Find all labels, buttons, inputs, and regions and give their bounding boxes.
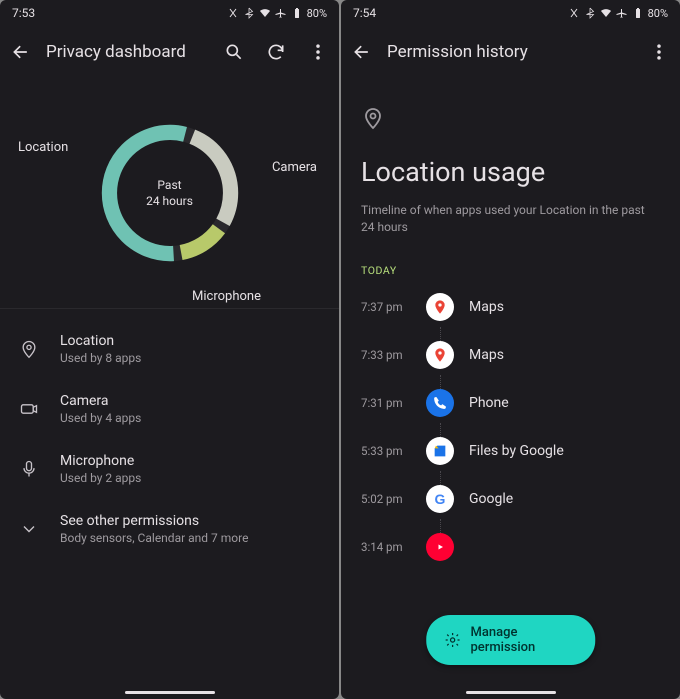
bluetooth-off-icon — [584, 7, 596, 19]
refresh-button[interactable] — [265, 41, 287, 63]
app-bar: Permission history — [341, 26, 680, 78]
phone-permission-history: 7:54 80% Permission history Location usa… — [341, 0, 680, 699]
status-bar: 7:53 80% — [0, 0, 339, 26]
nfc-icon — [227, 7, 239, 19]
timeline-row[interactable]: 3:14 pm — [361, 523, 660, 571]
back-button[interactable] — [351, 41, 373, 63]
timeline-time: 3:14 pm — [361, 540, 411, 554]
timeline-app-name: Phone — [469, 395, 509, 411]
status-bar: 7:54 80% — [341, 0, 680, 26]
donut-label-camera: Camera — [272, 160, 317, 175]
status-icons: 80% — [568, 7, 668, 20]
timeline-time: 7:31 pm — [361, 396, 411, 410]
page-title: Privacy dashboard — [46, 42, 209, 62]
phone-privacy-dashboard: 7:53 80% Privacy dashboard — [0, 0, 339, 699]
bluetooth-off-icon — [243, 7, 255, 19]
donut-label-microphone: Microphone — [192, 289, 261, 304]
battery-icon — [291, 7, 303, 19]
timeline-row[interactable]: 7:33 pm Maps — [361, 331, 660, 379]
permission-sub: Used by 8 apps — [60, 351, 141, 365]
timeline-app-name: Google — [469, 491, 513, 507]
status-icons: 80% — [227, 7, 327, 20]
today-label: TODAY — [341, 246, 680, 283]
chevron-down-icon — [18, 519, 40, 539]
manage-permission-button[interactable]: Manage permission — [426, 615, 596, 665]
status-time: 7:54 — [353, 6, 376, 20]
timeline-row[interactable]: 5:33 pm Files by Google — [361, 427, 660, 475]
usage-donut: Past 24 hours Location Camera Microphone — [0, 88, 339, 298]
permission-row-location[interactable]: Location Used by 8 apps — [18, 319, 321, 379]
overflow-menu-button[interactable] — [648, 41, 670, 63]
fab-label: Manage permission — [470, 625, 577, 655]
timeline-row[interactable]: 7:37 pm Maps — [361, 283, 660, 331]
permission-title: Location — [60, 333, 141, 349]
location-icon — [18, 339, 40, 359]
permission-row-microphone[interactable]: Microphone Used by 2 apps — [18, 439, 321, 499]
donut-label-location: Location — [18, 140, 68, 155]
timeline-app-name: Maps — [469, 299, 504, 315]
wifi-icon — [600, 7, 612, 19]
battery-icon — [632, 7, 644, 19]
timeline-time: 7:37 pm — [361, 300, 411, 314]
gesture-nav-bar[interactable] — [466, 691, 556, 694]
timeline-icon-col — [425, 389, 455, 417]
detail-header: Location usage Timeline of when apps use… — [341, 78, 680, 246]
timeline-icon-col: G — [425, 485, 455, 513]
timeline-time: 5:33 pm — [361, 444, 411, 458]
timeline-icon-col — [425, 533, 455, 561]
permission-row-camera[interactable]: Camera Used by 4 apps — [18, 379, 321, 439]
permission-title: Microphone — [60, 453, 141, 469]
location-icon — [361, 106, 660, 134]
permission-sub: Used by 2 apps — [60, 471, 141, 485]
timeline-icon-col — [425, 293, 455, 321]
permission-sub: Used by 4 apps — [60, 411, 141, 425]
timeline-icon-col — [425, 341, 455, 369]
detail-heading: Location usage — [361, 156, 660, 188]
timeline-app-name: Maps — [469, 347, 504, 363]
battery-text: 80% — [307, 7, 327, 20]
timeline-app-name: Files by Google — [469, 443, 564, 459]
wifi-icon — [259, 7, 271, 19]
gear-icon — [444, 631, 461, 649]
status-time: 7:53 — [12, 6, 35, 20]
timeline-row[interactable]: 5:02 pm G Google — [361, 475, 660, 523]
timeline-icon-col — [425, 437, 455, 465]
permission-list: Location Used by 8 apps Camera Used by 4… — [0, 308, 339, 559]
camera-icon — [18, 399, 40, 419]
detail-sub: Timeline of when apps used your Location… — [361, 202, 660, 236]
search-button[interactable] — [223, 41, 245, 63]
app-bar: Privacy dashboard — [0, 26, 339, 78]
timeline-time: 7:33 pm — [361, 348, 411, 362]
timeline-row[interactable]: 7:31 pm Phone — [361, 379, 660, 427]
microphone-icon — [18, 459, 40, 479]
page-title: Permission history — [387, 42, 634, 62]
gesture-nav-bar[interactable] — [125, 691, 215, 694]
back-button[interactable] — [10, 41, 32, 63]
timeline: 7:37 pm Maps 7:33 pm Maps 7:31 pm Phone 5:33 p… — [341, 283, 680, 571]
airplane-icon — [616, 7, 628, 19]
battery-text: 80% — [648, 7, 668, 20]
see-other-permissions[interactable]: See other permissions Body sensors, Cale… — [18, 499, 321, 559]
donut-center-text: Past 24 hours — [146, 177, 193, 209]
overflow-menu-button[interactable] — [307, 41, 329, 63]
permission-title: See other permissions — [60, 513, 248, 529]
nfc-icon — [568, 7, 580, 19]
permission-title: Camera — [60, 393, 141, 409]
permission-sub: Body sensors, Calendar and 7 more — [60, 531, 248, 545]
timeline-time: 5:02 pm — [361, 492, 411, 506]
airplane-icon — [275, 7, 287, 19]
